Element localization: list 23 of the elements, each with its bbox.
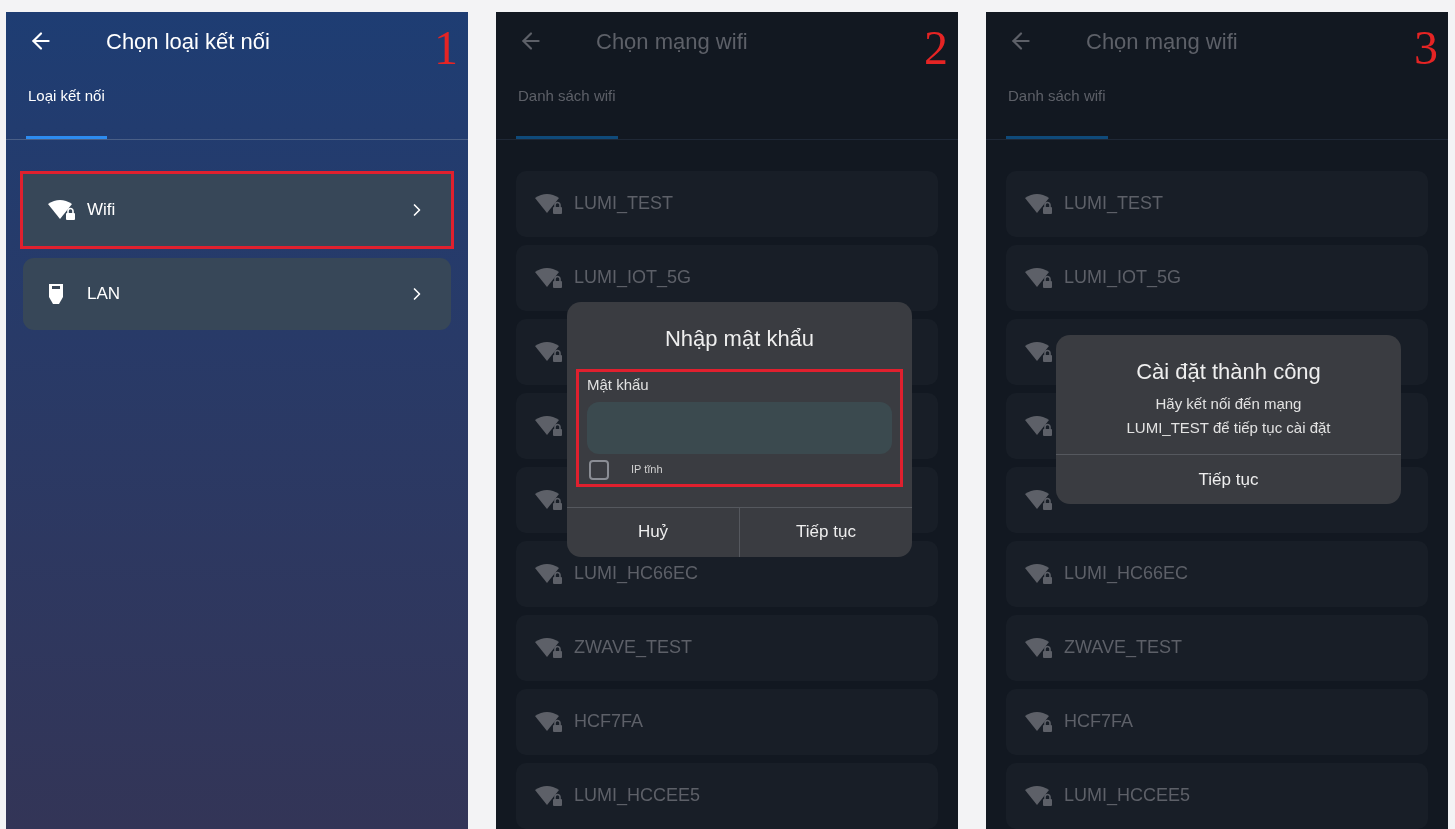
dialog-title: Cài đặt thành công <box>1136 358 1321 386</box>
network-name: ZWAVE_TEST <box>1064 636 1182 660</box>
network-name: LUMI_IOT_5G <box>574 266 692 290</box>
network-name: LUMI_TEST <box>1064 192 1164 216</box>
network-name: HCF7FA <box>1064 710 1133 733</box>
checkbox-label: IP tĩnh <box>631 462 663 478</box>
step-number: 2 <box>924 24 948 72</box>
network-name: LUMI_HC66EC <box>1064 562 1189 586</box>
field-label: Mật khẩu <box>587 375 650 395</box>
dialog-title: Nhập mật khẩu <box>664 325 815 353</box>
network-name: LUMI_IOT_5G <box>1064 266 1182 290</box>
network-name: LUMI_HC66EC <box>574 562 699 586</box>
screen-title: Chọn loại kết nối <box>106 27 270 56</box>
step-number: 3 <box>1414 24 1438 72</box>
network-name: ZWAVE_TEST <box>574 636 692 660</box>
dialog-message: Hãy kết nối đến mạng LUMI_TEST để tiếp tục cài đặt <box>1126 394 1331 438</box>
network-name: LUMI_HCCEE5 <box>1064 784 1191 808</box>
screen-title: Chọn mạng wifi <box>1086 27 1238 56</box>
network-name: LUMI_TEST <box>574 192 674 216</box>
network-name: HCF7FA <box>574 710 643 733</box>
screen-title: Chọn mạng wifi <box>596 27 748 56</box>
step-number: 1 <box>434 24 458 72</box>
network-name: LUMI_HCCEE5 <box>574 784 701 808</box>
